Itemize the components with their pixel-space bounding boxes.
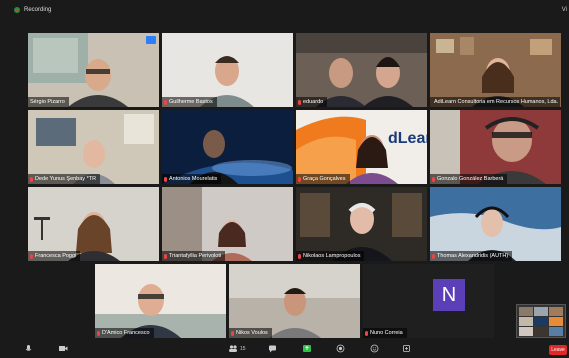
- video-tile[interactable]: Dede Yunus Şenbay *TR: [28, 110, 159, 184]
- mic-muted-icon: [298, 253, 301, 259]
- apps-icon: [403, 345, 410, 352]
- video-tile[interactable]: AdiLearn Consultoria em Recursos Humanos…: [430, 33, 561, 107]
- participant-video: [28, 33, 159, 107]
- participant-name-tag: AdiLearn Consultoria em Recursos Humanos…: [430, 97, 561, 107]
- top-bar: Recording Vi: [0, 0, 569, 22]
- mic-muted-icon: [164, 176, 167, 182]
- chat-icon: [269, 345, 276, 353]
- participant-name-tag: Nikolaos Lampropoulos: [296, 251, 365, 261]
- participant-video: [28, 187, 159, 261]
- reactions-button[interactable]: [370, 344, 379, 353]
- participant-name-tag: Francesca Poggi: [28, 251, 81, 261]
- participant-video: [430, 33, 561, 107]
- participant-video: [95, 264, 226, 338]
- share-screen-icon: [303, 345, 311, 352]
- mic-icon: [25, 345, 32, 351]
- mic-muted-icon: [432, 253, 435, 259]
- mic-muted-icon: [164, 99, 167, 105]
- video-button[interactable]: [58, 344, 68, 353]
- participant-video: [430, 187, 561, 261]
- record-button[interactable]: [336, 344, 345, 353]
- banner-text: dLear: [388, 130, 427, 147]
- recording-label: Recording: [24, 7, 52, 13]
- participant-name-tag: Nuno Correia: [363, 328, 407, 338]
- video-tile[interactable]: Triantafyllia Perivoloti: [162, 187, 293, 261]
- participant-name-tag: Graça Gonçalves: [296, 174, 350, 184]
- participant-name-tag: Guilherme Bastos: [162, 97, 217, 107]
- meeting-toolbar: 15: [0, 340, 569, 358]
- participant-video: [162, 33, 293, 107]
- record-icon: [336, 344, 345, 353]
- chat-button[interactable]: [268, 344, 277, 353]
- reactions-icon: [370, 344, 379, 353]
- self-view-thumbnail[interactable]: [516, 304, 566, 338]
- participants-icon: [229, 345, 237, 352]
- mic-muted-icon: [30, 253, 33, 259]
- participant-name-tag: Dede Yunus Şenbay *TR: [28, 174, 101, 184]
- mic-muted-icon: [432, 176, 435, 182]
- participant-name-tag: Triantafyllia Perivoloti: [162, 251, 226, 261]
- view-button[interactable]: Vi: [562, 7, 567, 13]
- mic-muted-icon: [97, 330, 100, 336]
- share-screen-button[interactable]: [302, 344, 312, 353]
- mic-muted-icon: [30, 176, 33, 182]
- video-tile[interactable]: Nikolaos Lampropoulos: [296, 187, 427, 261]
- avatar-tile[interactable]: N Nuno Correia: [363, 264, 494, 338]
- mic-muted-icon: [231, 330, 234, 336]
- recording-icon: [14, 7, 20, 13]
- leave-button[interactable]: Leave: [549, 345, 567, 355]
- participant-name-tag: D'Amico Francesco: [95, 328, 154, 338]
- mic-button[interactable]: [24, 344, 33, 353]
- participants-count: 15: [240, 345, 246, 352]
- mic-muted-icon: [365, 330, 368, 336]
- video-tile[interactable]: Nikos Voulos: [229, 264, 360, 338]
- participant-video: [296, 33, 427, 107]
- participant-video: [162, 187, 293, 261]
- video-tile-active-speaker[interactable]: dLear Graça Gonçalves: [296, 110, 427, 184]
- participants-button[interactable]: 15: [228, 344, 246, 353]
- participant-name-tag: Nikos Voulos: [229, 328, 272, 338]
- mic-muted-icon: [298, 99, 301, 105]
- pin-icon[interactable]: [146, 36, 156, 44]
- apps-button[interactable]: [402, 344, 411, 353]
- mic-muted-icon: [164, 253, 167, 259]
- recording-indicator[interactable]: Recording: [14, 7, 51, 13]
- mic-muted-icon: [298, 176, 301, 182]
- participant-video: [28, 110, 159, 184]
- participant-video: [296, 187, 427, 261]
- video-tile[interactable]: Thomas Alexandridis (AUTH): [430, 187, 561, 261]
- video-tile[interactable]: eduardo: [296, 33, 427, 107]
- video-tile[interactable]: Sérgio Pizarro: [28, 33, 159, 107]
- participant-name-tag: Antonios Mourelatis: [162, 174, 222, 184]
- participant-name-tag: Gonzalo González Barberá: [430, 174, 508, 184]
- participant-name-tag: Sérgio Pizarro: [28, 97, 69, 107]
- avatar-initial: N: [433, 279, 465, 311]
- participant-video: [229, 264, 360, 338]
- video-tile[interactable]: Guilherme Bastos: [162, 33, 293, 107]
- video-tile[interactable]: Gonzalo González Barberá: [430, 110, 561, 184]
- participant-video: [430, 110, 561, 184]
- video-icon: [59, 346, 68, 351]
- video-tile[interactable]: Francesca Poggi: [28, 187, 159, 261]
- participant-name-tag: Thomas Alexandridis (AUTH): [430, 251, 513, 261]
- participant-name-tag: eduardo: [296, 97, 328, 107]
- video-tile[interactable]: Antonios Mourelatis: [162, 110, 293, 184]
- participant-video: [162, 110, 293, 184]
- video-tile[interactable]: D'Amico Francesco: [95, 264, 226, 338]
